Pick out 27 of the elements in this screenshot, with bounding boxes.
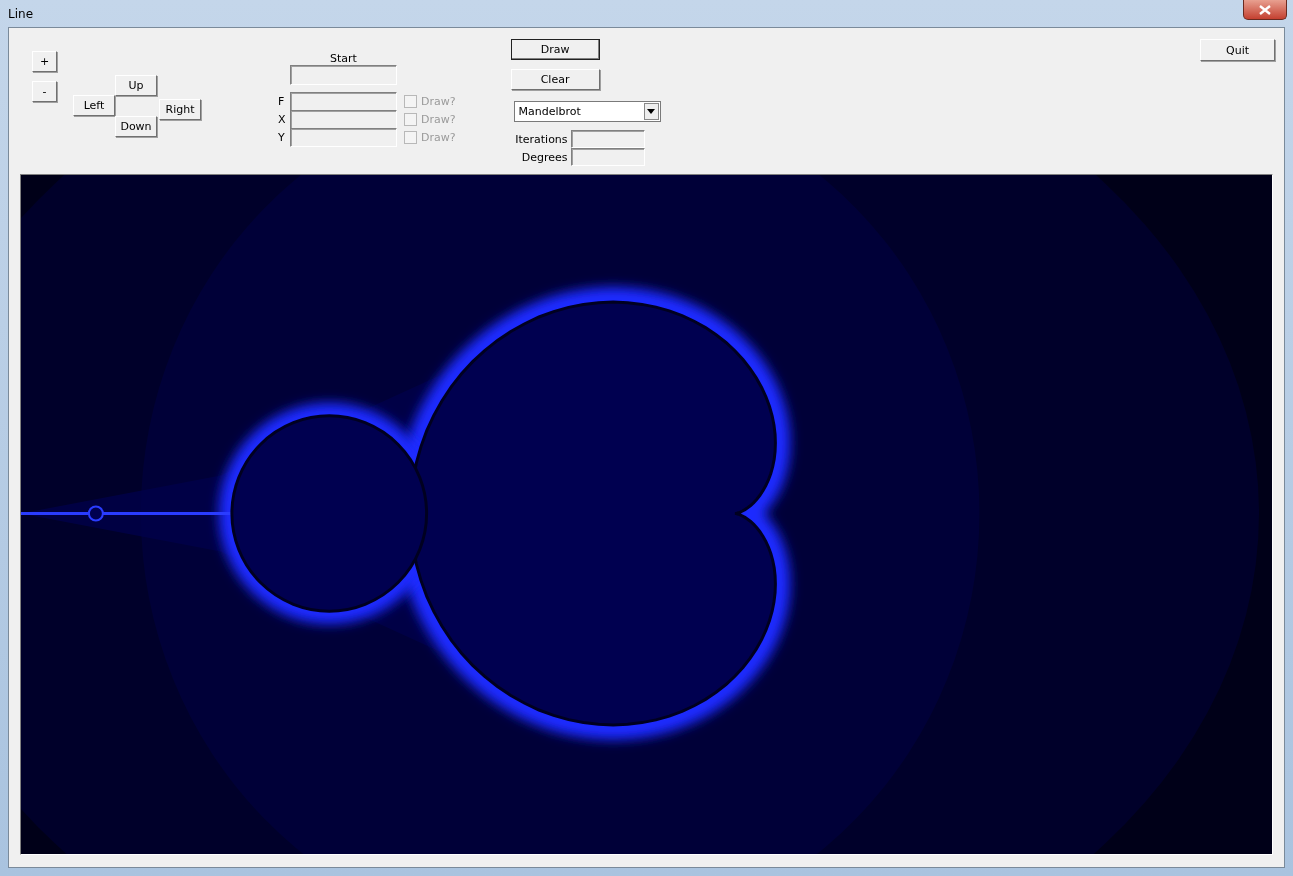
action-button[interactable]: Draw [510,39,600,60]
quit-button[interactable]: Quit [1200,39,1275,61]
close-icon [1259,4,1271,15]
down-button[interactable]: Down [115,116,157,137]
draw-label: Draw? [421,130,456,144]
coordinate-field[interactable] [290,91,397,111]
left-button[interactable]: Left [73,95,115,116]
parameter-label: Degrees [520,150,569,164]
window-title: Line [8,7,33,21]
caret-icon [647,109,656,114]
coordinate-label: X [278,112,287,126]
right-button[interactable]: Right [159,99,201,120]
action-button[interactable]: Clear [510,69,600,90]
parameter-field[interactable] [570,130,645,148]
up-button[interactable]: Up [115,75,157,96]
start-field[interactable] [290,65,397,85]
fractal-dropdown[interactable]: Mandelbrot [513,101,661,122]
zoom-button[interactable]: + [32,51,57,72]
parameter-label: Iterations [514,132,569,146]
close-button[interactable] [1243,0,1287,20]
coordinate-label: Y [278,130,286,144]
parameter-field[interactable] [570,148,645,166]
coordinate-label: F [278,94,286,108]
zoom-button[interactable]: - [32,81,57,102]
start-label: Start [330,52,358,65]
draw-label: Draw? [421,94,456,108]
draw-label: Draw? [421,112,456,126]
